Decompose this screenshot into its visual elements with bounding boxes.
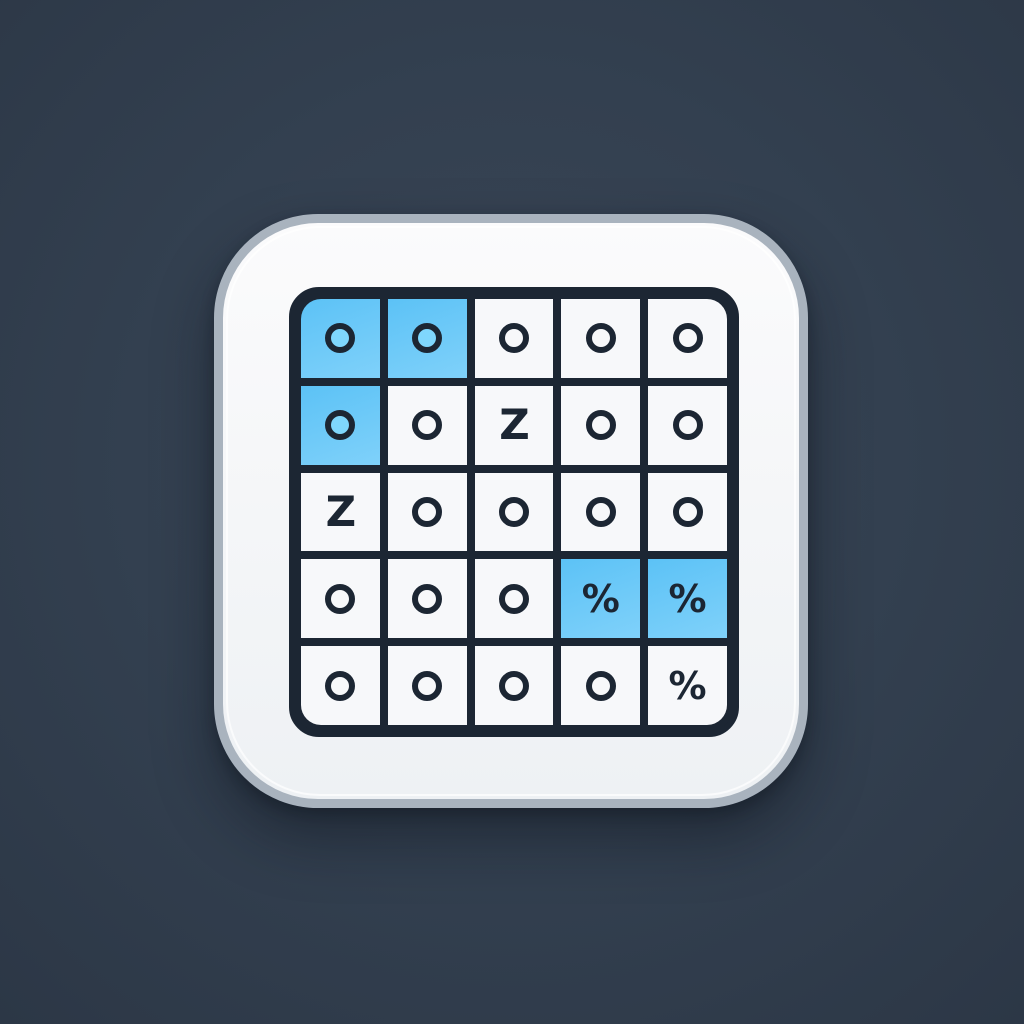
grid-cell-r4-c5: % <box>648 559 727 639</box>
letter-o: O <box>585 323 616 354</box>
letter-o: O <box>325 323 356 354</box>
letter-o: O <box>672 496 703 527</box>
grid-cell-r3-c5: O <box>648 472 727 552</box>
letter-o: O <box>498 496 529 527</box>
grid-cell-r1-c5: O <box>648 299 727 378</box>
grid-cell-r1-c3: O <box>474 299 554 378</box>
letter-o: O <box>412 496 443 527</box>
grid-cell-r2-c5: O <box>648 385 727 465</box>
letter-o: O <box>585 410 616 441</box>
grid-cell-r3-c1: Z <box>301 472 380 552</box>
letter-o: O <box>585 670 616 701</box>
letter-o: O <box>412 583 443 614</box>
grid-cell-r5-c4: O <box>561 646 641 725</box>
letter-o: O <box>672 323 703 354</box>
letter-o: O <box>412 323 443 354</box>
letter-o: O <box>585 496 616 527</box>
grid-cell-r4-c1: O <box>301 559 380 639</box>
letter-o: O <box>498 323 529 354</box>
letter-grid: O O O O O O O Z O O Z O O O O O O O%% O O O O% <box>289 287 739 737</box>
grid-cell-r4-c4: % <box>561 559 641 639</box>
grid-cell-r2-c1: O <box>301 385 380 465</box>
letter-o: O <box>498 670 529 701</box>
letter-z: Z <box>499 400 529 450</box>
grid-cell-r2-c3: Z <box>474 385 554 465</box>
letter-o: O <box>498 583 529 614</box>
grid-cell-r2-c4: O <box>561 385 641 465</box>
letter-o: O <box>325 583 356 614</box>
percent-sign: % <box>668 663 707 708</box>
grid-cell-r1-c4: O <box>561 299 641 378</box>
percent-sign: % <box>581 576 620 621</box>
grid-cell-r4-c2: O <box>387 559 467 639</box>
letter-o: O <box>412 670 443 701</box>
grid-cell-r5-c5: % <box>648 646 727 725</box>
grid-cell-r3-c3: O <box>474 472 554 552</box>
letter-o: O <box>325 410 356 441</box>
grid-cell-r5-c3: O <box>474 646 554 725</box>
letter-o: O <box>412 410 443 441</box>
letter-o: O <box>325 670 356 701</box>
grid-cell-r5-c1: O <box>301 646 380 725</box>
letter-z: Z <box>325 486 356 536</box>
grid-cell-r3-c4: O <box>561 472 641 552</box>
letter-o: O <box>672 410 703 441</box>
grid-cell-r2-c2: O <box>387 385 467 465</box>
grid-cell-r1-c2: O <box>387 299 467 378</box>
grid-cell-r5-c2: O <box>387 646 467 725</box>
grid-cell-r3-c2: O <box>387 472 467 552</box>
grid-cell-r4-c3: O <box>474 559 554 639</box>
grid-cell-r1-c1: O <box>301 299 380 378</box>
percent-sign: % <box>668 576 707 621</box>
